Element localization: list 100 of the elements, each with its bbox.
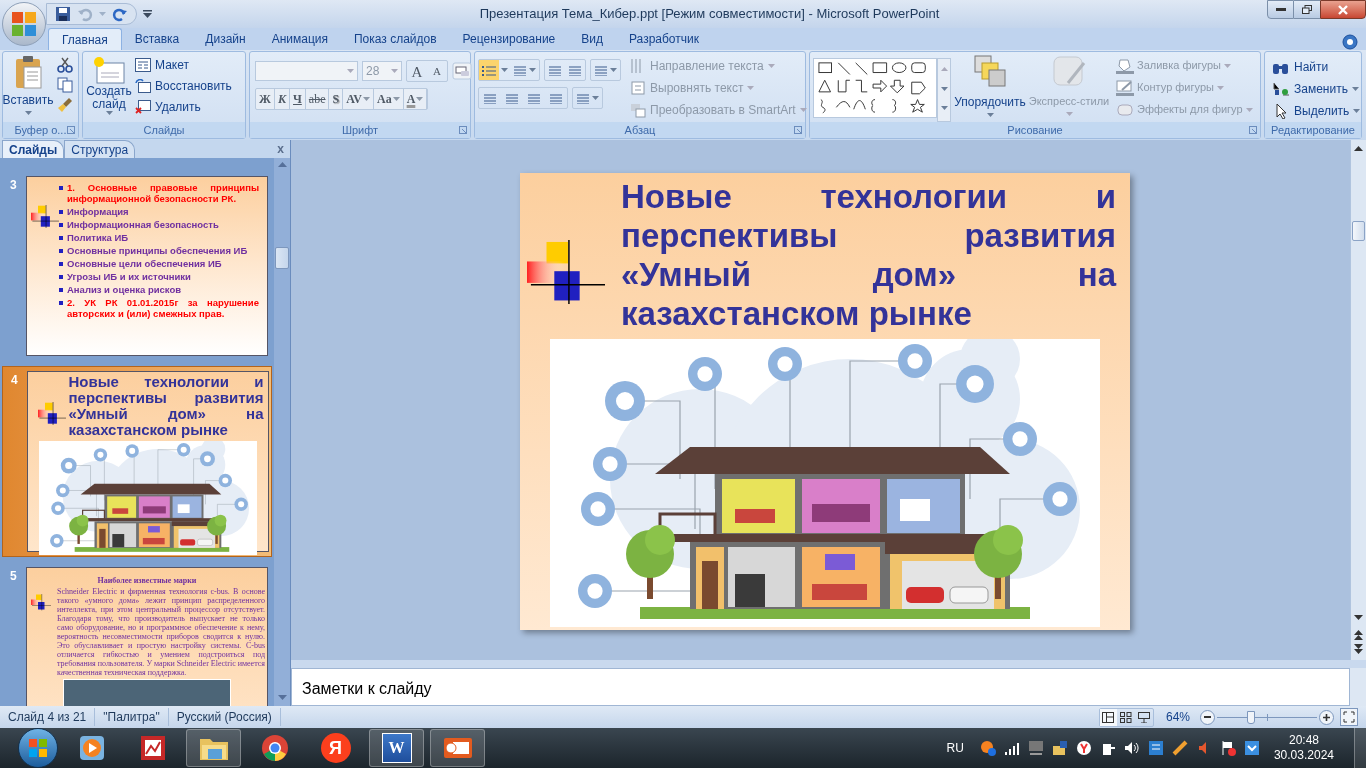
bullets-button[interactable] (479, 60, 499, 80)
slide-bullet-text: 2. УК РК 01.01.2015г за нарушение авторских и (или) смежных прав. (67, 297, 259, 319)
taskbar-app[interactable]: W (369, 729, 424, 767)
notes-scrollbar[interactable] (1350, 668, 1366, 706)
zoom-in-button[interactable] (1319, 709, 1334, 725)
format-button[interactable]: A (403, 89, 428, 109)
slide[interactable]: Новые технологии и перспективы развития «Умный дом» на казахстанском рынке (519, 173, 1130, 630)
dialog-launcher-icon (67, 126, 75, 134)
zoom-slider-thumb[interactable] (1247, 710, 1255, 724)
shrink-font-button[interactable]: A (427, 61, 447, 81)
scrollbar-thumb[interactable] (275, 247, 289, 269)
ribbon-tab[interactable]: Дизайн (192, 28, 259, 50)
normal-view-button[interactable] (1099, 708, 1117, 726)
ribbon-tab[interactable]: Показ слайдов (341, 28, 450, 50)
start-button[interactable] (18, 728, 58, 768)
caret-icon (986, 113, 994, 117)
shapes-gallery[interactable] (813, 58, 937, 118)
caret-icon (592, 96, 599, 100)
zoom-level[interactable]: 64% (1165, 708, 1190, 726)
caret-icon (610, 68, 617, 72)
arrange-button[interactable]: Упорядочить (954, 55, 1026, 121)
show-desktop-button[interactable] (1354, 728, 1366, 768)
group-label: Буфер о... (14, 122, 67, 138)
close-icon (1338, 4, 1348, 15)
fit-slide-button[interactable] (1340, 708, 1358, 726)
ribbon-tab[interactable]: Анимация (258, 28, 341, 50)
caret-icon (1216, 85, 1224, 90)
ribbon-tab[interactable]: Вставка (121, 28, 193, 50)
app-logo: Я (320, 733, 351, 763)
editing-command[interactable]: Заменить (1272, 78, 1361, 99)
bullet-icon (59, 301, 63, 305)
scrollbar[interactable] (1350, 140, 1366, 660)
ribbon-tab[interactable]: Вид (568, 28, 616, 50)
format-button[interactable]: S (329, 89, 344, 109)
minimize-icon (1275, 7, 1286, 12)
caret-icon (347, 69, 354, 73)
taskbar-app[interactable]: Я (308, 729, 363, 767)
ribbon-tab[interactable]: Рецензирование (449, 28, 569, 50)
slide-number: 5 (10, 568, 18, 585)
decoration-drawing (38, 402, 66, 426)
bullet-icon (59, 223, 63, 227)
zoom-out-button[interactable] (1200, 709, 1215, 725)
keyboard-language[interactable]: RU (946, 739, 964, 757)
new-slide-icon (93, 55, 125, 85)
taskbar-app[interactable] (186, 729, 241, 767)
format-button[interactable]: AV (343, 89, 374, 109)
new-slide-button[interactable]: Создать слайд (86, 55, 132, 121)
caret-icon (529, 68, 536, 72)
maximize-button[interactable] (1294, 0, 1320, 19)
scrollbar[interactable] (274, 158, 290, 706)
next-slide-icon (1354, 644, 1363, 654)
language-indicator[interactable]: Русский (Россия) (168, 708, 281, 726)
align-text-icon (630, 79, 646, 96)
font-name-field[interactable] (255, 61, 358, 81)
fit-window-icon (1343, 711, 1355, 723)
windows-logo-icon (28, 738, 48, 758)
paint-bucket-icon (1116, 57, 1134, 74)
ribbon-tab[interactable]: Разработчик (616, 28, 712, 50)
panel-tab[interactable]: Слайды (2, 140, 65, 158)
outdent-icon (548, 64, 562, 76)
slide-thumbnail[interactable]: 4 Новые технологии и перспективы развития «Умный дом» на казахстанском рынке (2, 366, 272, 557)
format-button[interactable]: Ч (290, 89, 306, 109)
editing-command[interactable]: Найти (1272, 56, 1361, 77)
office-logo-icon (11, 11, 37, 37)
caret-icon (1224, 63, 1231, 68)
format-button[interactable]: К (274, 89, 290, 109)
delete-button[interactable]: Удалить (135, 97, 232, 117)
reset-button[interactable]: Восстановить (135, 76, 232, 96)
scrollbar-thumb[interactable] (1352, 221, 1365, 241)
office-button[interactable] (2, 2, 46, 46)
notes-field[interactable]: Заметки к слайду (291, 668, 1350, 706)
columns-icon (576, 92, 590, 104)
minus-icon (1204, 716, 1211, 718)
ribbon-tab[interactable]: Главная (48, 28, 122, 50)
clock-time: 20:48 (1288, 733, 1319, 748)
panel-tab[interactable]: Структура (64, 140, 136, 158)
taskbar-app[interactable] (430, 729, 485, 767)
zoom-slider[interactable] (1217, 709, 1317, 725)
format-button[interactable]: abe (305, 89, 330, 109)
grow-font-button[interactable]: A (407, 61, 427, 81)
brush-icon (1052, 55, 1086, 89)
format-button[interactable]: Aa (373, 89, 404, 109)
minimize-button[interactable] (1267, 0, 1294, 19)
down-arrow-icon (1354, 615, 1363, 620)
slide-bullet-text: 1. Основные правовые принципы информационной безопасности РК. (67, 182, 259, 204)
bullets-icon (482, 64, 496, 76)
layout-button[interactable]: Макет (135, 55, 232, 75)
dialog-launcher-icon (1249, 126, 1257, 134)
normal-view-icon (1102, 711, 1115, 723)
editing-command[interactable]: Выделить (1272, 100, 1361, 121)
slide-title: Новые технологии и перспективы развития «Умный дом» на казахстанском рынке (68, 374, 264, 438)
bullet-icon (59, 186, 63, 190)
caret-icon (799, 107, 807, 112)
slide-heading: Наиболее известные марки (97, 576, 197, 585)
clock-date: 30.03.2024 (1273, 748, 1334, 763)
close-panel-button[interactable]: x (271, 140, 290, 158)
close-button[interactable] (1320, 0, 1366, 19)
format-button[interactable]: Ж (256, 89, 275, 109)
replace-icon (1272, 80, 1290, 97)
delete-slide-icon (135, 100, 151, 114)
